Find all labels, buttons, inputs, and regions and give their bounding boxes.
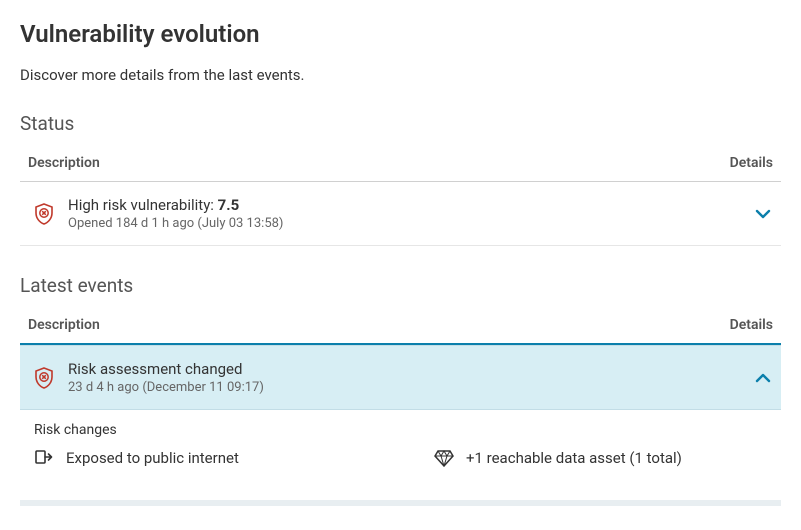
risk-change-label: +1 reachable data asset (1 total) bbox=[466, 449, 682, 467]
events-section-title: Latest events bbox=[20, 274, 781, 297]
chevron-up-icon bbox=[753, 368, 773, 388]
event-row-title: Risk assessment changed bbox=[68, 360, 739, 378]
events-col-details: Details bbox=[730, 317, 773, 333]
shield-alert-icon bbox=[34, 203, 54, 225]
status-row-title: High risk vulnerability: 7.5 bbox=[68, 196, 739, 214]
status-score: 7.5 bbox=[218, 196, 240, 214]
chevron-down-icon bbox=[753, 204, 773, 224]
status-table-header: Description Details bbox=[20, 145, 781, 182]
status-col-details: Details bbox=[730, 155, 773, 171]
event-row-meta: 23 d 4 h ago (December 11 09:17) bbox=[68, 380, 739, 395]
risk-changes-title: Risk changes bbox=[34, 422, 773, 438]
collapse-toggle[interactable] bbox=[753, 368, 773, 388]
event-row[interactable]: Risk assessment changed 23 d 4 h ago (De… bbox=[20, 345, 781, 410]
risk-change-label: Exposed to public internet bbox=[66, 449, 239, 467]
status-row-meta: Opened 184 d 1 h ago (July 03 13:58) bbox=[68, 216, 739, 231]
section-divider bbox=[20, 500, 781, 506]
shield-alert-icon bbox=[34, 367, 54, 389]
risk-change-item: Exposed to public internet bbox=[34, 448, 394, 468]
events-table-header: Description Details bbox=[20, 307, 781, 345]
status-title-prefix: High risk vulnerability: bbox=[68, 196, 218, 214]
page-subtitle: Discover more details from the last even… bbox=[20, 66, 781, 84]
risk-changes-panel: Risk changes Exposed to public internet … bbox=[20, 410, 781, 490]
page-title: Vulnerability evolution bbox=[20, 20, 781, 48]
data-asset-icon bbox=[434, 449, 454, 467]
status-row[interactable]: High risk vulnerability: 7.5 Opened 184 … bbox=[20, 182, 781, 246]
status-col-description: Description bbox=[28, 155, 100, 171]
exposed-internet-icon bbox=[34, 448, 54, 468]
risk-change-item: +1 reachable data asset (1 total) bbox=[434, 449, 794, 467]
status-section-title: Status bbox=[20, 112, 781, 135]
events-col-description: Description bbox=[28, 317, 100, 333]
expand-toggle[interactable] bbox=[753, 204, 773, 224]
